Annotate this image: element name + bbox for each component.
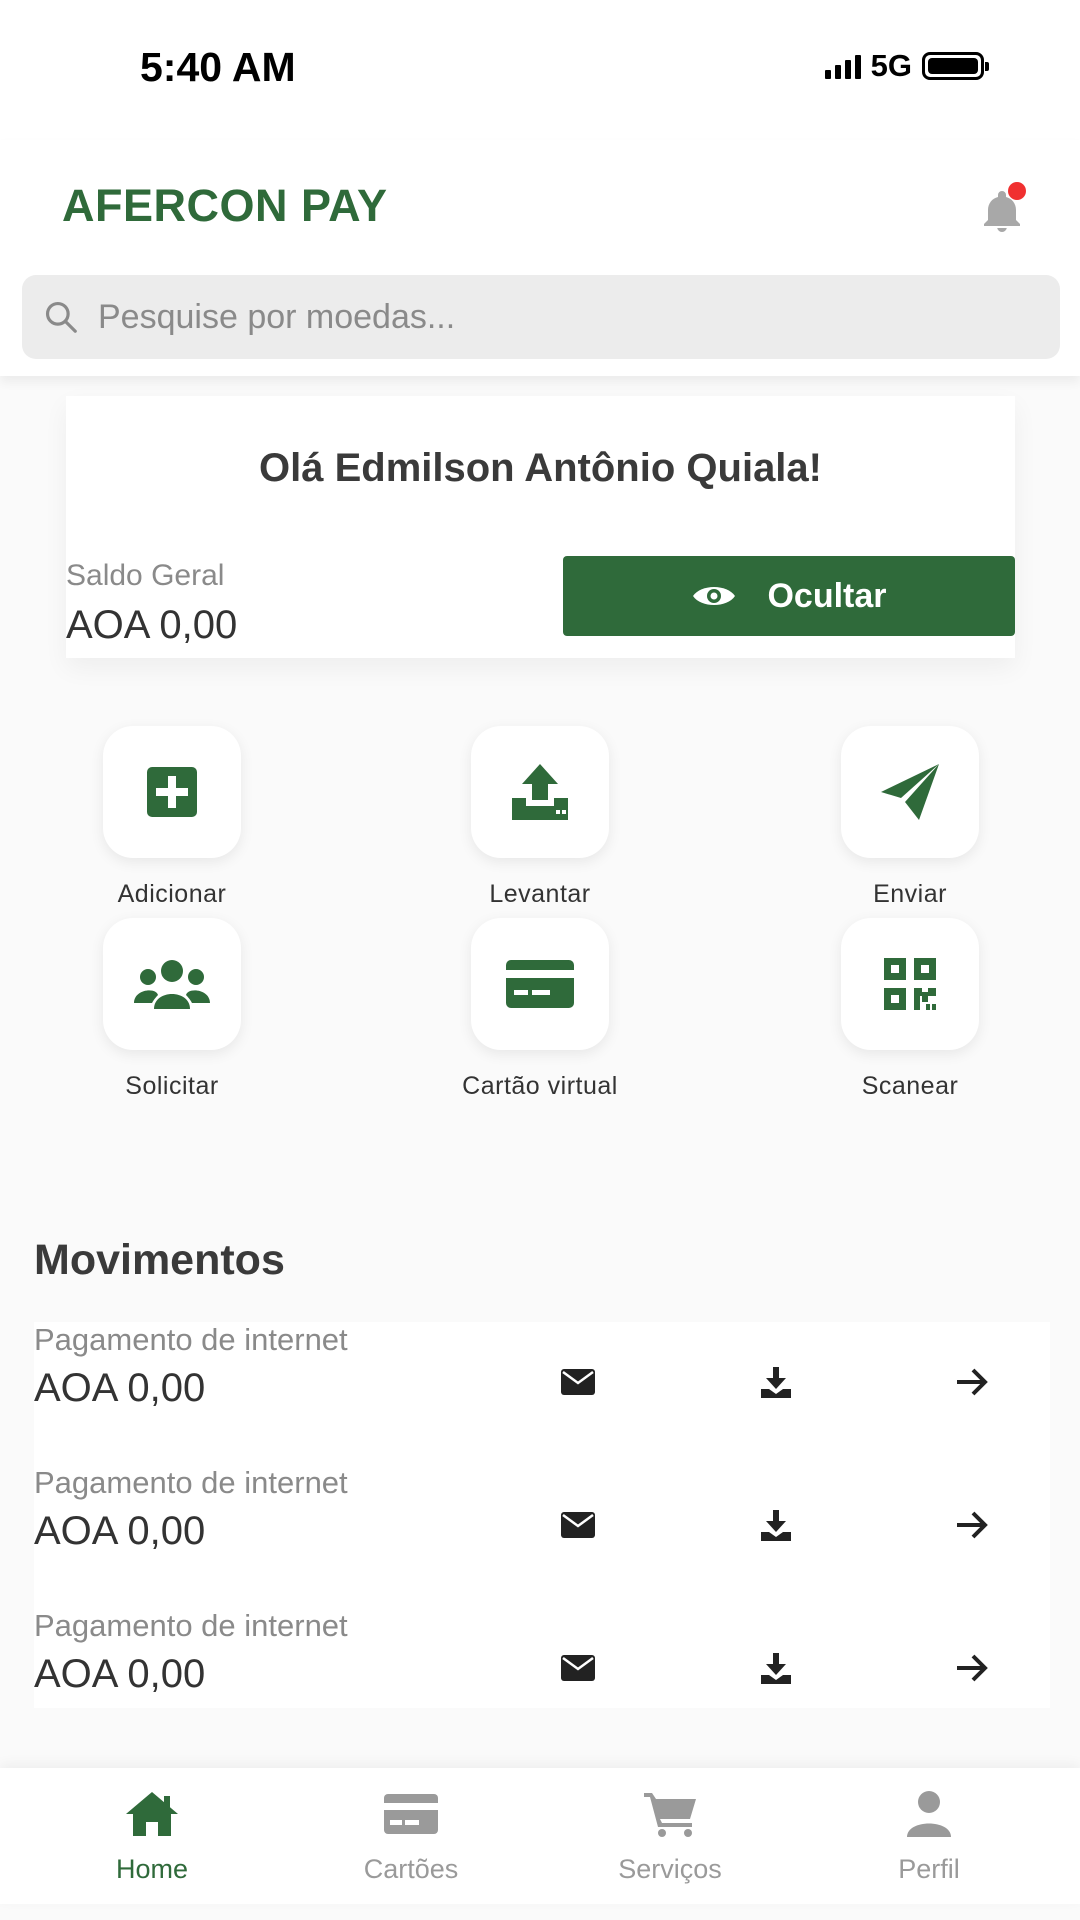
movement-label: Pagamento de internet xyxy=(34,1322,348,1357)
envelope-icon[interactable] xyxy=(558,1505,598,1545)
download-icon[interactable] xyxy=(756,1648,796,1688)
action-scanear-button[interactable] xyxy=(841,918,979,1050)
movement-row[interactable]: Pagamento de internet AOA 0,00 xyxy=(34,1322,1050,1442)
movement-value: AOA 0,00 xyxy=(34,1366,206,1410)
cart-icon xyxy=(642,1788,698,1840)
action-adicionar[interactable]: Adicionar xyxy=(52,726,292,909)
eye-icon xyxy=(693,587,736,605)
balance-value: AOA 0,00 xyxy=(66,603,238,647)
status-bar: 5:40 AM 5G xyxy=(0,0,1080,140)
nav-home[interactable]: Home xyxy=(52,1768,252,1904)
signal-icon xyxy=(824,53,861,79)
action-solicitar-button[interactable] xyxy=(103,918,241,1050)
paper-plane-icon xyxy=(881,764,939,820)
qr-code-icon xyxy=(884,958,936,1010)
action-label: Adicionar xyxy=(117,880,227,908)
action-scanear[interactable]: Scanear xyxy=(790,918,1030,1101)
nav-label: Cartões xyxy=(363,1854,459,1884)
nav-label: Serviços xyxy=(618,1854,722,1884)
action-levantar[interactable]: Levantar xyxy=(420,726,660,909)
envelope-icon[interactable] xyxy=(558,1362,598,1402)
app-header: AFERCON PAY xyxy=(0,140,1080,376)
status-indicators: 5G xyxy=(824,48,989,84)
nav-label: Home xyxy=(115,1854,189,1884)
action-cartao-virtual[interactable]: Cartão virtual xyxy=(420,918,660,1101)
movement-value: AOA 0,00 xyxy=(34,1652,206,1696)
hide-balance-button[interactable]: Ocultar xyxy=(563,556,1015,636)
movement-row[interactable]: Pagamento de internet AOA 0,00 xyxy=(34,1608,1050,1728)
action-cartao-virtual-button[interactable] xyxy=(471,918,609,1050)
action-label: Levantar xyxy=(489,880,591,908)
action-enviar-button[interactable] xyxy=(841,726,979,858)
user-icon xyxy=(901,1788,957,1840)
app-title: AFERCON PAY xyxy=(62,180,388,231)
balance-card: Olá Edmilson Antônio Quiala! Saldo Geral… xyxy=(66,396,1015,658)
action-adicionar-button[interactable] xyxy=(103,726,241,858)
search-bar[interactable] xyxy=(22,275,1060,359)
action-levantar-button[interactable] xyxy=(471,726,609,858)
action-label: Cartão virtual xyxy=(462,1072,618,1100)
greeting-text: Olá Edmilson Antônio Quiala! xyxy=(259,446,822,490)
nav-cartoes[interactable]: Cartões xyxy=(311,1768,511,1904)
arrow-right-icon[interactable] xyxy=(952,1362,992,1402)
upload-icon xyxy=(512,764,568,820)
status-time: 5:40 AM xyxy=(140,44,296,90)
action-enviar[interactable]: Enviar xyxy=(790,726,1030,909)
arrow-right-icon[interactable] xyxy=(952,1505,992,1545)
movement-value: AOA 0,00 xyxy=(34,1509,206,1553)
battery-icon xyxy=(922,52,989,80)
home-icon xyxy=(124,1788,180,1840)
credit-card-icon xyxy=(506,960,574,1008)
search-icon xyxy=(45,301,77,333)
movement-label: Pagamento de internet xyxy=(34,1608,348,1643)
network-type: 5G xyxy=(870,48,912,83)
nav-label: Perfil xyxy=(898,1854,960,1884)
action-label: Scanear xyxy=(861,1072,959,1100)
action-label: Enviar xyxy=(873,880,947,908)
movement-label: Pagamento de internet xyxy=(34,1465,348,1500)
search-input[interactable] xyxy=(98,297,998,337)
movements-title: Movimentos xyxy=(34,1236,285,1284)
nav-perfil[interactable]: Perfil xyxy=(829,1768,1029,1904)
plus-square-icon xyxy=(147,767,197,817)
nav-servicos[interactable]: Serviços xyxy=(570,1768,770,1904)
notification-bell-icon[interactable] xyxy=(978,182,1026,236)
notification-dot xyxy=(1008,182,1026,200)
download-icon[interactable] xyxy=(756,1362,796,1402)
action-solicitar[interactable]: Solicitar xyxy=(52,918,292,1101)
hide-button-label: Ocultar xyxy=(767,576,887,615)
envelope-icon[interactable] xyxy=(558,1648,598,1688)
balance-label: Saldo Geral xyxy=(66,559,225,592)
arrow-right-icon[interactable] xyxy=(952,1648,992,1688)
download-icon[interactable] xyxy=(756,1505,796,1545)
users-icon xyxy=(134,960,210,1009)
action-label: Solicitar xyxy=(125,1072,219,1100)
card-icon xyxy=(383,1788,439,1840)
movements-list: Pagamento de internet AOA 0,00 Pagamento… xyxy=(34,1322,1050,1708)
movement-row[interactable]: Pagamento de internet AOA 0,00 xyxy=(34,1465,1050,1585)
bottom-nav: Home Cartões Serviços Perfil xyxy=(0,1768,1080,1904)
